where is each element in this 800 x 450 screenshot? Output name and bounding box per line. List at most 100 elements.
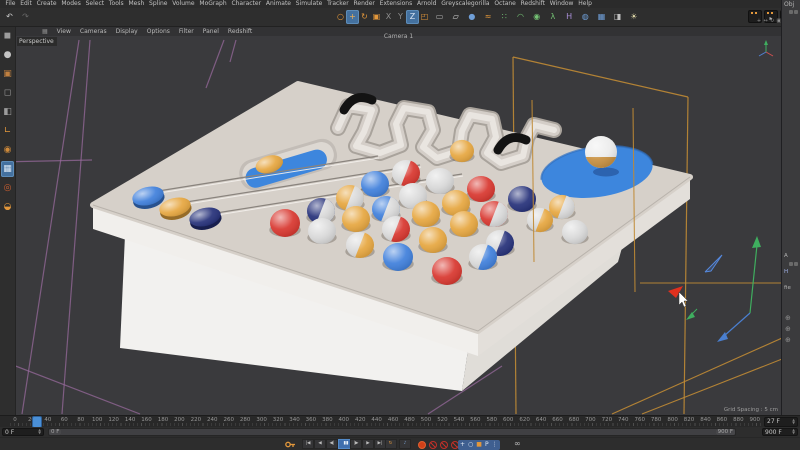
panel-icon[interactable] [789, 10, 793, 14]
snap-settings-icon[interactable]: ◒ [1, 199, 14, 215]
enable-axis-icon[interactable]: ∟ [1, 123, 14, 139]
primitive-object-icon[interactable]: ● [465, 10, 478, 24]
texture-mode-icon[interactable]: ▣ [1, 66, 14, 82]
spinner-arrows-icon[interactable]: ▲▼ [38, 429, 41, 435]
panel-circle-icon[interactable]: ⊕ [785, 337, 791, 344]
rotate-view-icon[interactable]: ↻ [769, 18, 775, 24]
timeline-playhead[interactable] [33, 417, 41, 427]
panel-icon[interactable] [794, 262, 798, 266]
spinner-arrows-icon[interactable]: ▲▼ [792, 419, 795, 425]
menu-greyscalegorilla[interactable]: Greyscalegorilla [439, 0, 492, 8]
autokey-scale-icon[interactable]: ○ [468, 442, 473, 448]
panel-row-label: fie [784, 285, 791, 291]
viewport-menu-view[interactable]: View [57, 27, 71, 36]
panel-circle-icon[interactable]: ⊕ [785, 315, 791, 322]
menu-tracker[interactable]: Tracker [325, 0, 351, 8]
menu-mesh[interactable]: Mesh [126, 0, 147, 8]
range-end-handle[interactable]: 900 F [716, 429, 735, 435]
modeling-pen-icon[interactable]: ▱ [449, 10, 462, 24]
character-object-icon[interactable]: λ [546, 10, 559, 24]
viewport-grid-icon[interactable]: ▦ [42, 27, 48, 36]
end-frame-field[interactable]: 900 F ▲▼ [762, 428, 798, 436]
autokey-position-icon[interactable]: + [460, 442, 465, 448]
simulate-object-icon[interactable]: ▦ [595, 10, 608, 24]
panel-icon[interactable] [794, 10, 798, 14]
link-keyframe-selection-icon[interactable]: ∞ [514, 439, 521, 449]
viewport[interactable]: ▦ View Cameras Display Options Filter Panel Red… [16, 27, 781, 415]
panel-circle-icon[interactable]: ⊕ [785, 326, 791, 333]
model-mode-icon[interactable]: ● [1, 47, 14, 63]
menu-create[interactable]: Create [34, 0, 59, 8]
menu-arnold[interactable]: Arnold [415, 0, 439, 8]
undo-icon[interactable]: ↶ [3, 10, 16, 24]
prev-frame-button[interactable]: ◀| [326, 439, 338, 449]
menu-render[interactable]: Render [351, 0, 377, 8]
goto-end-button[interactable]: ▶| [374, 439, 386, 449]
viewport-menu-redshift[interactable]: Redshift [228, 27, 252, 36]
next-frame-button[interactable]: |▶ [350, 439, 362, 449]
menu-extensions[interactable]: Extensions [377, 0, 414, 8]
menu-volume[interactable]: Volume [170, 0, 197, 8]
viewport-menu-panel[interactable]: Panel [203, 27, 219, 36]
timeline-ruler[interactable]: 0204060801001201401601802002202402602803… [0, 415, 800, 427]
sound-toggle-icon[interactable]: ♪ [399, 439, 411, 449]
menu-help[interactable]: Help [576, 0, 594, 8]
viewport-menu-cameras[interactable]: Cameras [80, 27, 107, 36]
autokey-point-level-icon[interactable]: ⋮ [492, 442, 498, 448]
goto-start-button[interactable]: |◀ [302, 439, 314, 449]
start-frame-field[interactable]: 0 F ▲▼ [2, 428, 44, 436]
workplane-icon[interactable]: ▭ [433, 10, 446, 24]
menu-select[interactable]: Select [83, 0, 106, 8]
redo-icon[interactable]: ↷ [19, 10, 32, 24]
viewport-menu-options[interactable]: Options [147, 27, 170, 36]
next-key-button[interactable]: ▶ [362, 439, 374, 449]
zoom-view-icon[interactable]: ↔ [763, 18, 769, 24]
menu-spline[interactable]: Spline [147, 0, 170, 8]
volume-object-icon[interactable]: ◍ [579, 10, 592, 24]
prev-key-button[interactable]: ◀ [314, 439, 326, 449]
minor-ticks [10, 423, 762, 426]
camera-label[interactable]: Camera 1 [384, 33, 413, 40]
menu-tools[interactable]: Tools [107, 0, 127, 8]
menu-mograph[interactable]: MoGraph [197, 0, 229, 8]
point-mode-icon[interactable]: ◉ [1, 142, 14, 158]
coord-system-icon[interactable]: ◰ [418, 10, 431, 24]
hair-object-icon[interactable]: H [563, 10, 576, 24]
current-frame-field[interactable]: 27 F ▲▼ [764, 417, 798, 427]
autokey-rotation-icon[interactable]: ■ [476, 442, 482, 448]
viewport-menu-display[interactable]: Display [116, 27, 138, 36]
spinner-arrows-icon[interactable]: ▲▼ [792, 429, 795, 435]
menu-octane[interactable]: Octane [492, 0, 518, 8]
workplane-mode-icon[interactable]: ◻ [1, 85, 14, 101]
mograph-cloner-icon[interactable]: ∷ [498, 10, 511, 24]
polygon-mode-icon[interactable]: ◎ [1, 180, 14, 196]
make-editable-icon[interactable]: ◼ [1, 28, 14, 44]
menu-simulate[interactable]: Simulate [293, 0, 324, 8]
camera-object-icon[interactable]: ◨ [611, 10, 624, 24]
menu-animate[interactable]: Animate [263, 0, 293, 8]
record-keyframe-button[interactable] [418, 441, 426, 449]
record-scale-button[interactable] [440, 441, 448, 449]
record-position-button[interactable] [429, 441, 437, 449]
range-start-handle[interactable]: 0 F [49, 429, 61, 435]
menu-redshift[interactable]: Redshift [518, 0, 547, 8]
menu-edit[interactable]: Edit [18, 0, 34, 8]
panel-icon[interactable] [789, 262, 793, 266]
grid-line [612, 330, 781, 414]
edge-mode-icon[interactable]: ▦ [1, 161, 14, 177]
light-object-icon[interactable]: ☀ [627, 10, 640, 24]
viewport-menu-filter[interactable]: Filter [179, 27, 194, 36]
autokey-parameter-icon[interactable]: P [485, 442, 489, 448]
menu-file[interactable]: File [3, 0, 18, 8]
preview-range-slider[interactable]: 0 F 900 F [48, 428, 736, 436]
animation-mode-icon[interactable]: ◧ [1, 104, 14, 120]
menu-character[interactable]: Character [229, 0, 263, 8]
field-object-icon[interactable]: ◉ [530, 10, 543, 24]
range-bar[interactable] [61, 429, 715, 435]
menu-modes[interactable]: Modes [59, 0, 83, 8]
bend-deformer-icon[interactable]: ◠ [514, 10, 527, 24]
set-keyframe-icon[interactable] [285, 440, 296, 449]
menu-window[interactable]: Window [547, 0, 575, 8]
spline-pen-icon[interactable]: ≈ [482, 10, 495, 24]
pan-view-icon[interactable]: + [756, 18, 762, 24]
